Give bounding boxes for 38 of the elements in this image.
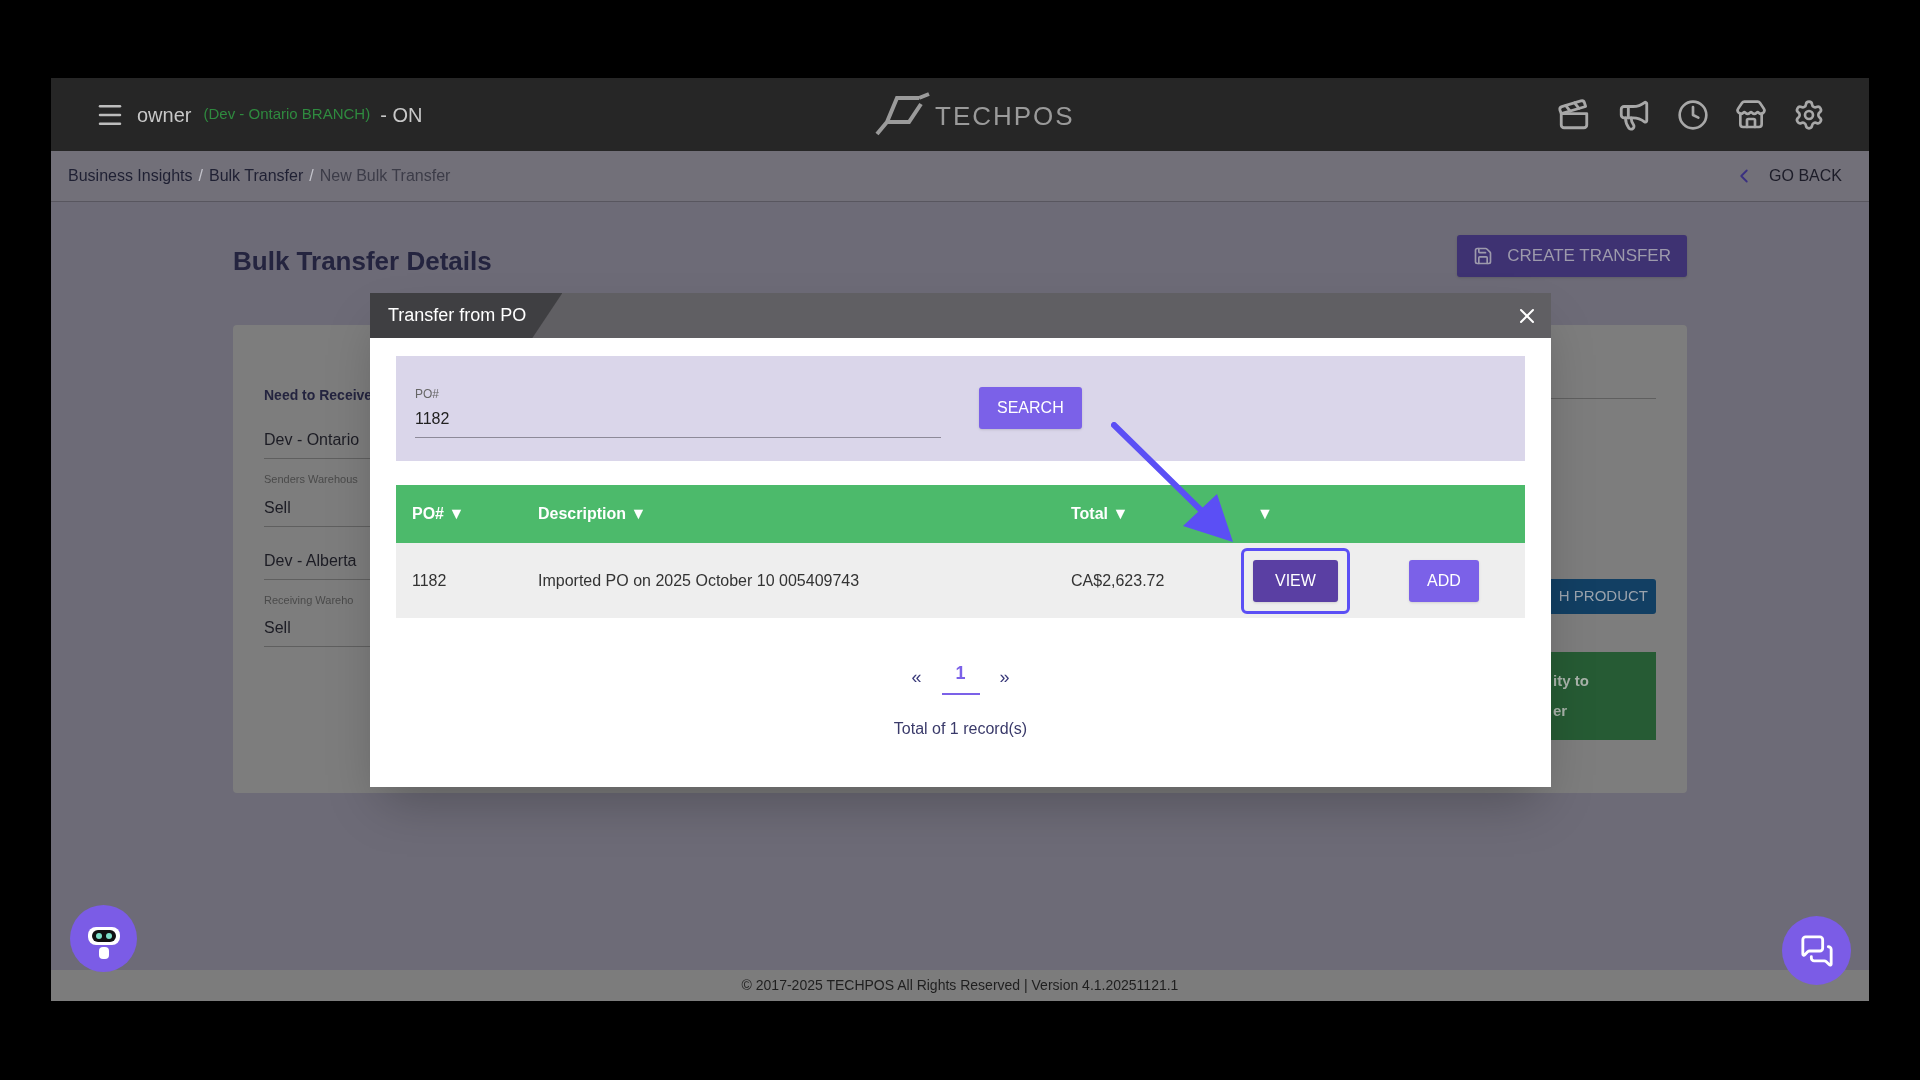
next-page-link[interactable]: »: [999, 664, 1010, 691]
branch-name: (Dev - Ontario BRANCH): [203, 104, 371, 125]
search-button[interactable]: SEARCH: [979, 386, 1082, 429]
video-icon[interactable]: [1557, 97, 1591, 132]
copyright-text: © 2017-2025 TECHPOS All Rights Reserved | Version 4.1.20251121.1: [741, 976, 1179, 995]
clock-icon[interactable]: [1677, 98, 1709, 131]
page-title: Bulk Transfer Details: [233, 245, 492, 278]
field-label: PO#: [415, 386, 440, 403]
region-label: - ON: [380, 102, 423, 128]
go-back-button[interactable]: GO BACK: [1733, 164, 1842, 188]
user-name: owner: [137, 102, 192, 128]
create-transfer-button[interactable]: CREATE TRANSFER: [1457, 234, 1687, 277]
previous-page-link[interactable]: «: [911, 664, 922, 691]
record-count: Total of 1 record(s): [893, 719, 1028, 739]
logo-mark-icon: [873, 92, 933, 138]
settings-icon[interactable]: [1793, 98, 1825, 131]
info-text: er: [1553, 701, 1569, 721]
breadcrumb-link[interactable]: Business Insights: [68, 164, 193, 188]
breadcrumb-separator: /: [198, 166, 203, 186]
save-icon: [1473, 245, 1494, 266]
column-header[interactable]: ▼: [1241, 485, 1409, 543]
table-cell: Imported PO on 2025 October 10 005409743: [522, 543, 1055, 618]
page-link[interactable]: 1: [941, 660, 980, 695]
po-number-field[interactable]: 1182: [415, 407, 941, 438]
section-heading: Need to Receive: [264, 386, 374, 405]
store-icon[interactable]: [1735, 98, 1767, 131]
column-header[interactable]: Description ▼: [522, 485, 1055, 543]
logo-text: TECHPOS: [935, 100, 1075, 133]
info-text: ity to: [1553, 670, 1590, 691]
add-button[interactable]: ADD: [1409, 559, 1479, 602]
table-cell: 1182: [396, 543, 522, 618]
breadcrumb-link[interactable]: Bulk Transfer: [208, 164, 304, 188]
dialog-title: Transfer from PO: [388, 304, 527, 327]
column-header[interactable]: PO# ▼: [396, 485, 522, 543]
breadcrumb-separator: /: [309, 166, 314, 186]
chat-icon: [1799, 933, 1834, 968]
table-cell: CA$2,623.72: [1055, 543, 1241, 618]
view-button[interactable]: VIEW: [1253, 559, 1338, 602]
